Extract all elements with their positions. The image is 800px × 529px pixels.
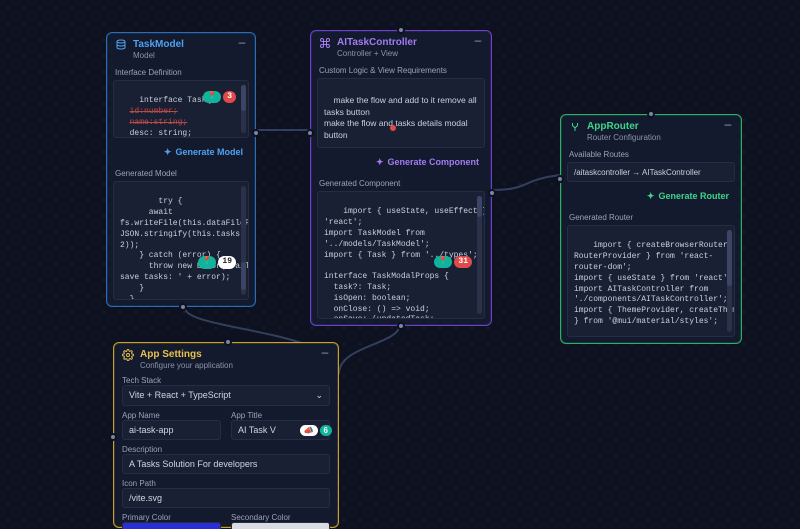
- requirements-content: make the flow and add to it remove all t…: [324, 95, 479, 139]
- interface-code-post: desc: string; done:boolean;: [120, 129, 192, 138]
- left-port[interactable]: [109, 433, 117, 441]
- command-icon: [319, 37, 331, 49]
- top-port[interactable]: [224, 338, 232, 346]
- generated-model-text: try { await fs.writeFile(this.dataFilePa…: [120, 197, 249, 300]
- pin-icon: 📍: [434, 256, 452, 269]
- appsettings-header: App Settings Configure your application …: [114, 343, 338, 376]
- output-port[interactable]: [252, 129, 260, 137]
- interface-badges: 📍 3: [203, 91, 236, 104]
- minimize-button[interactable]: –: [237, 39, 247, 49]
- badge-count: 3: [223, 91, 236, 104]
- generated-component-label: Generated Component: [311, 177, 491, 191]
- apptitle-badges: 📣 6: [300, 425, 332, 436]
- input-port[interactable]: [556, 175, 564, 183]
- generate-component-button[interactable]: ✦Generate Component: [370, 154, 485, 171]
- interface-strike-1: id:number;: [130, 107, 178, 116]
- generated-model-code[interactable]: try { await fs.writeFile(this.dataFilePa…: [113, 181, 249, 300]
- generated-router-label: Generated Router: [561, 211, 741, 225]
- aitask-title: AITaskController: [337, 37, 467, 49]
- scrollbar[interactable]: [241, 85, 246, 133]
- generated-router-code[interactable]: import { createBrowserRouter, RouterProv…: [567, 225, 735, 337]
- iconpath-input[interactable]: [122, 488, 330, 508]
- split-icon: [569, 121, 581, 133]
- taskmodel-header: TaskModel Model –: [107, 33, 255, 66]
- minimize-button[interactable]: –: [723, 121, 733, 131]
- taskmodel-subtitle: Model: [133, 51, 231, 60]
- generate-component-label: Generate Component: [387, 157, 479, 167]
- approuter-node[interactable]: AppRouter Router Configuration – Availab…: [560, 114, 742, 344]
- techstack-label: Tech Stack: [122, 376, 330, 385]
- aitask-node[interactable]: AITaskController Controller + View – Cus…: [310, 30, 492, 326]
- generated-badges: 📍 19: [198, 256, 236, 269]
- routes-text: /aitaskcontroller → AITaskController: [574, 168, 701, 177]
- routes-block: /aitaskcontroller → AITaskController: [567, 162, 735, 182]
- appsettings-node[interactable]: App Settings Configure your application …: [113, 342, 339, 528]
- interface-label: Interface Definition: [107, 66, 255, 80]
- top-port[interactable]: [647, 110, 655, 118]
- generate-model-button[interactable]: ✦Generate Model: [158, 144, 249, 161]
- aitask-header: AITaskController Controller + View –: [311, 31, 491, 64]
- component-badges: 📍 31: [434, 256, 472, 269]
- appsettings-title: App Settings: [140, 349, 314, 361]
- taskmodel-title: TaskModel: [133, 39, 231, 51]
- sparkle-icon: ✦: [164, 147, 172, 158]
- sparkle-icon: ✦: [376, 157, 384, 168]
- scrollbar[interactable]: [241, 186, 246, 295]
- description-input[interactable]: [122, 454, 330, 474]
- badge-count: 6: [320, 425, 332, 436]
- settings-form: Tech Stack Vite + React + TypeScript ⌄ A…: [114, 376, 338, 529]
- requirements-text[interactable]: make the flow and add to it remove all t…: [317, 78, 485, 148]
- aitask-subtitle: Controller + View: [337, 49, 467, 58]
- secondary-color-label: Secondary Color: [231, 513, 330, 522]
- gear-icon: [122, 349, 134, 361]
- generate-router-label: Generate Router: [658, 191, 729, 201]
- pin-icon: 📍: [198, 256, 216, 269]
- techstack-select[interactable]: Vite + React + TypeScript ⌄: [122, 385, 330, 406]
- apptitle-label: App Title: [231, 411, 330, 420]
- requirements-label: Custom Logic & View Requirements: [311, 64, 491, 78]
- scrollbar[interactable]: [477, 196, 482, 314]
- minimize-button[interactable]: –: [473, 37, 483, 47]
- generated-model-label: Generated Model: [107, 167, 255, 181]
- secondary-color-swatch[interactable]: [231, 522, 330, 529]
- approuter-header: AppRouter Router Configuration –: [561, 115, 741, 148]
- approuter-subtitle: Router Configuration: [587, 133, 717, 142]
- generate-model-label: Generate Model: [175, 147, 243, 157]
- database-icon: [115, 39, 127, 51]
- generated-router-text: import { createBrowserRouter, RouterProv…: [574, 241, 735, 337]
- appsettings-subtitle: Configure your application: [140, 361, 314, 370]
- output-port[interactable]: [488, 189, 496, 197]
- badge-count: 19: [218, 256, 236, 269]
- sparkle-icon: ✦: [647, 191, 655, 202]
- description-label: Description: [122, 445, 330, 454]
- scrollbar[interactable]: [727, 230, 732, 332]
- input-port[interactable]: [306, 129, 314, 137]
- top-port[interactable]: [397, 26, 405, 34]
- bottom-port[interactable]: [179, 303, 187, 311]
- appname-label: App Name: [122, 411, 221, 420]
- interface-code-block[interactable]: interface Task{ id:number; name:string; …: [113, 80, 249, 138]
- generated-component-code[interactable]: import { useState, useEffect } from 'rea…: [317, 191, 485, 319]
- horn-icon: 📣: [300, 425, 318, 436]
- badge-count: 31: [454, 256, 472, 269]
- routes-label: Available Routes: [561, 148, 741, 162]
- primary-color-swatch[interactable]: [122, 522, 221, 529]
- interface-strike-2: name:string;: [130, 118, 188, 127]
- iconpath-label: Icon Path: [122, 479, 330, 488]
- taskmodel-node[interactable]: TaskModel Model – Interface Definition i…: [106, 32, 256, 307]
- cursor-indicator-icon: [390, 125, 396, 131]
- appname-input[interactable]: [122, 420, 221, 440]
- generate-router-button[interactable]: ✦Generate Router: [641, 188, 735, 205]
- primary-color-label: Primary Color: [122, 513, 221, 522]
- chevron-down-icon: ⌄: [315, 390, 323, 401]
- approuter-title: AppRouter: [587, 121, 717, 133]
- techstack-value: Vite + React + TypeScript: [129, 390, 231, 400]
- bottom-port[interactable]: [397, 322, 405, 330]
- minimize-button[interactable]: –: [320, 349, 330, 359]
- pin-icon: 📍: [203, 91, 221, 104]
